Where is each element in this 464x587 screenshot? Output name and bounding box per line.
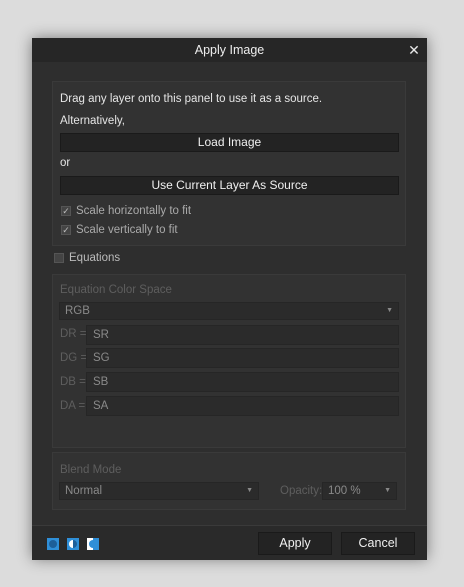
dialog-footer: Apply Cancel <box>32 525 427 560</box>
chevron-down-icon: ▼ <box>246 487 253 494</box>
blend-mode-value: Normal <box>65 485 103 497</box>
scale-vertical-label: Scale vertically to fit <box>76 224 178 236</box>
chevron-down-icon: ▼ <box>386 307 393 314</box>
equations-checkbox[interactable] <box>54 253 64 263</box>
equation-dr-field[interactable]: SR <box>86 325 399 345</box>
equation-dg-field[interactable]: SG <box>86 348 399 368</box>
equation-color-space-value: RGB <box>65 305 90 317</box>
equation-da-label: DA = <box>60 400 86 412</box>
load-image-button[interactable]: Load Image <box>60 133 399 152</box>
circle-mode-icon[interactable] <box>47 538 59 550</box>
scale-vertical-checkbox[interactable]: ✓ <box>61 225 71 235</box>
opacity-label: Opacity: <box>280 485 323 497</box>
source-instruction: Drag any layer onto this panel to use it… <box>60 93 323 105</box>
equation-db-field[interactable]: SB <box>86 372 399 392</box>
or-text: or <box>60 157 71 169</box>
opacity-select[interactable]: 100 % ▼ <box>322 482 397 500</box>
half-circle-mode-icon[interactable] <box>67 538 79 550</box>
apply-image-dialog: Apply Image ✕ Drag any layer onto this p… <box>32 38 427 560</box>
equation-color-space-select[interactable]: RGB ▼ <box>59 302 399 320</box>
dialog-title: Apply Image <box>194 43 265 57</box>
source-panel[interactable] <box>52 81 406 246</box>
equations-label: Equations <box>69 252 121 264</box>
apply-button[interactable]: Apply <box>258 532 332 555</box>
alternatively-text: Alternatively, <box>60 115 125 127</box>
equation-da-field[interactable]: SA <box>86 396 399 416</box>
use-current-layer-button[interactable]: Use Current Layer As Source <box>60 176 399 195</box>
equation-dr-label: DR = <box>60 328 87 340</box>
blend-mode-label: Blend Mode <box>60 464 122 476</box>
equation-color-space-label: Equation Color Space <box>60 284 172 296</box>
chevron-down-icon: ▼ <box>384 487 391 494</box>
scale-horizontal-checkbox[interactable]: ✓ <box>61 206 71 216</box>
opacity-value: 100 % <box>328 485 361 497</box>
dialog-titlebar: Apply Image ✕ <box>32 38 427 62</box>
blend-mode-select[interactable]: Normal ▼ <box>59 482 259 500</box>
close-icon[interactable]: ✕ <box>407 38 421 62</box>
equation-db-label: DB = <box>60 376 86 388</box>
equation-dg-label: DG = <box>60 352 88 364</box>
split-mode-icon[interactable] <box>87 538 99 550</box>
cancel-button[interactable]: Cancel <box>341 532 415 555</box>
scale-horizontal-label: Scale horizontally to fit <box>76 205 192 217</box>
blend-panel <box>52 452 406 510</box>
